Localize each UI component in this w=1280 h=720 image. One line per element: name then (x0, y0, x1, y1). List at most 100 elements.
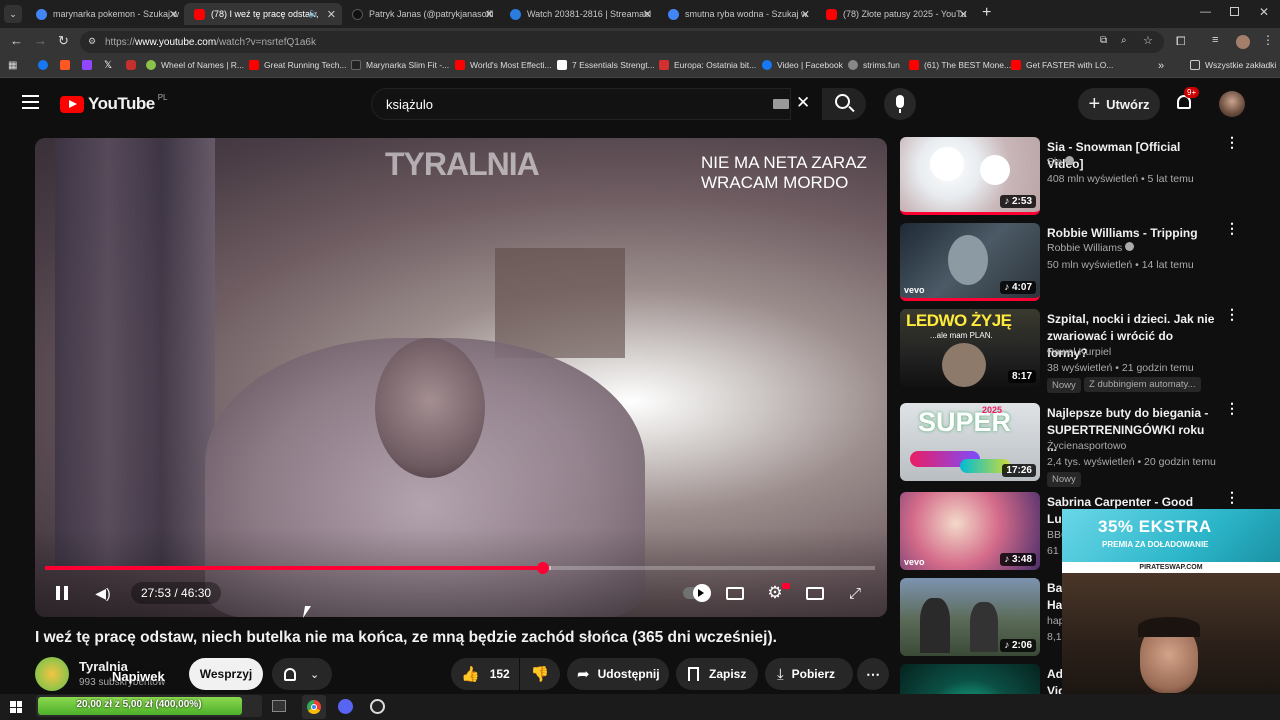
recommendation-channel[interactable]: Paweł Kurpiel (1047, 346, 1111, 358)
recommendation-item[interactable]: vevo ♪ 4:07 Robbie Williams - Tripping R… (900, 221, 1260, 303)
create-button[interactable]: + Utwórz (1078, 88, 1160, 120)
pause-button[interactable] (50, 582, 74, 604)
bookmark-x[interactable]: 𝕏 (104, 60, 112, 71)
clear-search-icon[interactable]: ✕ (796, 93, 810, 113)
bookmark-facebook[interactable] (38, 60, 53, 70)
bookmark-item[interactable]: Get FASTER with LO... (1011, 60, 1113, 70)
more-vert-icon[interactable]: ⋮ (1225, 135, 1239, 155)
back-icon[interactable]: ← (10, 33, 23, 48)
bookmark-item[interactable]: strims.fun (848, 60, 900, 70)
speaker-icon[interactable]: 🔈 (308, 8, 319, 19)
support-button[interactable]: Wesprzyj (189, 658, 263, 690)
bookmark-item[interactable] (126, 60, 141, 70)
bookmark-item[interactable]: Marynarka Slim Fit -... (351, 60, 449, 70)
search-input[interactable]: książulo (371, 88, 791, 120)
bookmark-star-icon[interactable]: ☆ (1143, 34, 1153, 47)
bookmark-item[interactable]: Video | Facebook (762, 60, 843, 70)
notifications-button[interactable]: 9+ (1174, 87, 1200, 114)
tab-search-button[interactable]: ⌄ (4, 5, 22, 23)
more-vert-icon[interactable]: ⋮ (1225, 221, 1239, 241)
notification-bell-button[interactable]: ⌄ (272, 658, 332, 690)
video-thumbnail[interactable]: vevo ♪ 3:48 (900, 492, 1040, 570)
subtitles-button[interactable] (723, 582, 747, 604)
discord-icon[interactable] (338, 699, 353, 714)
bookmark-item[interactable]: Europa: Ostatnia bit... (659, 60, 756, 70)
save-button[interactable]: Zapisz (676, 658, 758, 690)
hamburger-menu-icon[interactable] (22, 95, 39, 109)
browser-tab[interactable]: Patryk Janas (@patrykjanasoffi ✕ (342, 3, 500, 25)
media-control-icon[interactable]: ≡ (1212, 34, 1218, 46)
keyboard-icon[interactable] (773, 99, 789, 109)
browser-tab-active[interactable]: (78) I weź tę pracę odstaw, 🔈 ✕ (184, 3, 342, 25)
bookmark-wheel-of-names[interactable]: Wheel of Names | R... (146, 60, 244, 70)
video-thumbnail[interactable]: SUPER 2025 17:26 (900, 403, 1040, 481)
close-tab-icon[interactable]: ✕ (959, 8, 968, 21)
address-bar[interactable]: ⚙ https://www.youtube.com/watch?v=nsrtef… (80, 31, 1164, 53)
browser-tab[interactable]: smutna ryba wodna - Szukaj w ✕ (658, 3, 816, 25)
video-thumbnail[interactable] (900, 664, 1040, 694)
profile-avatar[interactable] (1236, 35, 1250, 49)
video-thumbnail[interactable]: ♪ 2:06 (900, 578, 1040, 656)
browser-tab[interactable]: marynarka pokemon - Szukaj w ✕ (26, 3, 184, 25)
close-window-icon[interactable]: ✕ (1259, 5, 1269, 19)
voice-search-button[interactable] (884, 88, 916, 120)
all-bookmarks[interactable]: Wszystkie zakładki (1190, 60, 1276, 70)
bookmark-item[interactable] (60, 60, 75, 70)
obs-icon[interactable] (370, 699, 385, 714)
chrome-icon[interactable] (302, 695, 326, 719)
fullscreen-button[interactable]: ⤢ (843, 582, 867, 604)
close-tab-icon[interactable]: ✕ (485, 8, 494, 21)
reload-icon[interactable]: ↻ (58, 33, 69, 49)
video-thumbnail[interactable]: LEDWO ŻYJĘ ...ale mam PLAN. 8:17 (900, 309, 1040, 387)
zoom-icon[interactable]: ⌕ (1121, 35, 1127, 46)
install-icon[interactable]: ⧉ (1100, 35, 1107, 46)
bookmark-twitch[interactable] (82, 60, 97, 70)
progress-bar[interactable] (45, 562, 875, 574)
more-vert-icon[interactable]: ⋮ (1225, 490, 1239, 510)
settings-button[interactable]: ⚙ (763, 582, 790, 604)
bookmark-item[interactable]: World's Most Effecti... (455, 60, 552, 70)
extensions-icon[interactable]: ⧠ (1176, 34, 1186, 49)
forward-icon[interactable]: → (34, 33, 47, 48)
browser-menu-icon[interactable]: ⋮ (1262, 33, 1274, 47)
recommendation-channel[interactable]: Sia (1047, 156, 1075, 168)
recommendation-channel[interactable]: Robbie Williams (1047, 242, 1135, 254)
share-button[interactable]: ➦ Udostępnij (567, 658, 669, 690)
dislike-button[interactable]: 👎 (520, 658, 560, 690)
close-tab-icon[interactable]: ✕ (327, 8, 336, 21)
close-tab-icon[interactable]: ✕ (643, 8, 652, 21)
more-vert-icon[interactable]: ⋮ (1225, 307, 1239, 327)
bookmark-item[interactable]: Great Running Tech... (249, 60, 347, 70)
recommendation-item[interactable]: ♪ 2:53 Sia - Snowman [Official Video] Si… (900, 135, 1260, 217)
new-tab-button[interactable]: + (982, 4, 991, 22)
browser-tab[interactable]: (78) Złote patusy 2025 - YouTu ✕ (816, 3, 974, 25)
video-thumbnail[interactable]: vevo ♪ 4:07 (900, 223, 1040, 301)
minimize-icon[interactable]: — (1200, 6, 1211, 18)
autoplay-toggle[interactable] (681, 582, 711, 604)
close-tab-icon[interactable]: ✕ (801, 8, 810, 21)
video-thumbnail[interactable]: ♪ 2:53 (900, 137, 1040, 215)
search-button[interactable] (822, 88, 866, 120)
terminal-icon[interactable] (272, 700, 286, 712)
apps-icon[interactable]: ▦ (8, 60, 17, 71)
recommendation-title[interactable]: Robbie Williams - Tripping (1047, 225, 1217, 242)
channel-avatar[interactable] (35, 657, 69, 691)
download-button[interactable]: ⤓ Pobierz (765, 658, 853, 690)
theater-mode-button[interactable] (803, 582, 827, 604)
bookmark-item[interactable]: 7 Essentials Strengt... (557, 60, 655, 70)
more-actions-button[interactable]: ⋯ (857, 658, 889, 690)
scrubber-handle[interactable] (536, 562, 549, 574)
recommendation-item[interactable]: SUPER 2025 17:26 Najlepsze buty do biega… (900, 401, 1260, 487)
windows-start-icon[interactable] (10, 701, 22, 713)
site-info-icon[interactable]: ⚙ (88, 36, 96, 47)
recommendation-channel[interactable]: Życienasportowo (1047, 440, 1126, 452)
video-player[interactable]: TYRALNIA NIE MA NETA ZARAZ WRACAM MORDO … (35, 138, 887, 617)
browser-tab[interactable]: Watch 20381-2816 | Streamabl ✕ (500, 3, 658, 25)
account-avatar[interactable] (1219, 91, 1245, 117)
like-button[interactable]: 👍 152 (451, 658, 519, 690)
recommendation-item[interactable]: LEDWO ŻYJĘ ...ale mam PLAN. 8:17 Szpital… (900, 307, 1260, 397)
close-tab-icon[interactable]: ✕ (169, 8, 178, 21)
restore-icon[interactable] (1230, 7, 1239, 16)
more-vert-icon[interactable]: ⋮ (1225, 401, 1239, 421)
volume-button[interactable]: ◀) (91, 582, 115, 604)
